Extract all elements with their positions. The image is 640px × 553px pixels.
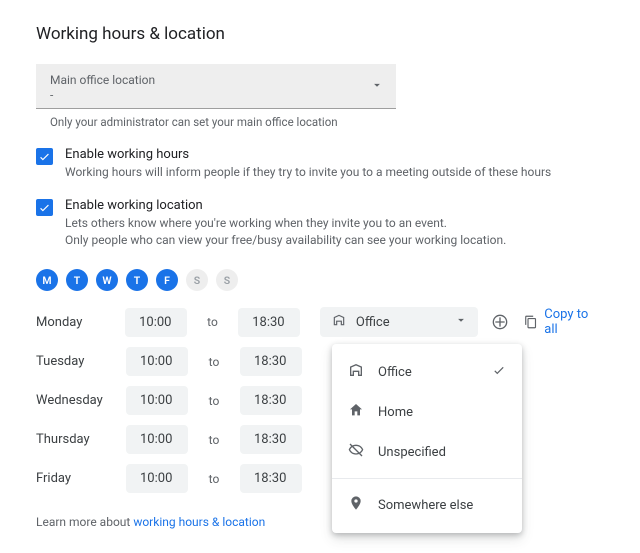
start-time-input[interactable]: 10:00 xyxy=(126,464,188,493)
enable-working-location-title: Enable working location xyxy=(65,198,506,213)
caret-down-icon xyxy=(454,313,468,331)
day-chip-sat[interactable]: S xyxy=(186,269,208,291)
start-time-input[interactable]: 10:00 xyxy=(125,308,187,337)
menu-item-label: Home xyxy=(378,405,506,420)
menu-item-home[interactable]: Home xyxy=(332,392,522,432)
day-label: Wednesday xyxy=(36,393,126,408)
to-label: to xyxy=(188,472,240,486)
start-time-input[interactable]: 10:00 xyxy=(126,386,188,415)
page-title: Working hours & location xyxy=(36,24,604,44)
add-time-button[interactable] xyxy=(492,314,508,330)
pin-icon xyxy=(348,495,364,515)
menu-item-unspecified[interactable]: Unspecified xyxy=(332,432,522,472)
to-label: to xyxy=(187,315,238,329)
to-label: to xyxy=(188,355,240,369)
to-label: to xyxy=(188,433,240,447)
caret-down-icon xyxy=(370,78,384,96)
location-dropdown-menu: Office Home Unspecified Somewhere else xyxy=(332,344,522,533)
enable-working-location-desc1: Lets others know where you're working wh… xyxy=(65,216,447,230)
end-time-input[interactable]: 18:30 xyxy=(240,347,302,376)
main-office-helper-text: Only your administrator can set your mai… xyxy=(50,115,604,129)
learn-more-link[interactable]: working hours & location xyxy=(133,515,265,529)
office-icon xyxy=(332,313,346,331)
menu-item-label: Unspecified xyxy=(378,445,506,460)
end-time-input[interactable]: 18:30 xyxy=(238,308,300,337)
day-label: Friday xyxy=(36,471,126,486)
day-chip-mon[interactable]: M xyxy=(36,269,58,291)
menu-item-office[interactable]: Office xyxy=(332,352,522,392)
enable-working-hours-title: Enable working hours xyxy=(65,147,551,162)
office-icon xyxy=(348,362,364,382)
home-icon xyxy=(348,402,364,422)
menu-item-label: Somewhere else xyxy=(378,498,506,513)
day-label: Monday xyxy=(36,315,125,330)
end-time-input[interactable]: 18:30 xyxy=(240,464,302,493)
day-label: Thursday xyxy=(36,432,126,447)
end-time-input[interactable]: 18:30 xyxy=(240,425,302,454)
day-chip-sun[interactable]: S xyxy=(216,269,238,291)
main-office-location-select: Main office location - xyxy=(36,64,396,109)
check-icon xyxy=(492,363,506,381)
day-chip-fri[interactable]: F xyxy=(156,269,178,291)
menu-separator xyxy=(332,478,522,479)
copy-to-all-label: Copy to all xyxy=(544,307,604,337)
unspecified-icon xyxy=(348,442,364,462)
day-chip-tue[interactable]: T xyxy=(66,269,88,291)
location-value: Office xyxy=(356,315,390,330)
enable-working-location-desc2: Only people who can view your free/busy … xyxy=(65,233,506,247)
day-label: Tuesday xyxy=(36,354,126,369)
start-time-input[interactable]: 10:00 xyxy=(126,425,188,454)
main-office-location-label: Main office location xyxy=(50,72,155,88)
copy-to-all-button[interactable]: Copy to all xyxy=(524,307,604,337)
location-select[interactable]: Office xyxy=(320,307,479,337)
enable-working-location-checkbox[interactable] xyxy=(36,199,53,216)
enable-working-hours-desc: Working hours will inform people if they… xyxy=(65,164,551,181)
day-selector: M T W T F S S xyxy=(36,269,604,291)
day-chip-wed[interactable]: W xyxy=(96,269,118,291)
menu-item-somewhere-else[interactable]: Somewhere else xyxy=(332,485,522,525)
main-office-location-value: - xyxy=(50,88,155,102)
menu-item-label: Office xyxy=(378,365,478,380)
enable-working-hours-checkbox[interactable] xyxy=(36,148,53,165)
end-time-input[interactable]: 18:30 xyxy=(240,386,302,415)
start-time-input[interactable]: 10:00 xyxy=(126,347,188,376)
to-label: to xyxy=(188,394,240,408)
day-chip-thu[interactable]: T xyxy=(126,269,148,291)
